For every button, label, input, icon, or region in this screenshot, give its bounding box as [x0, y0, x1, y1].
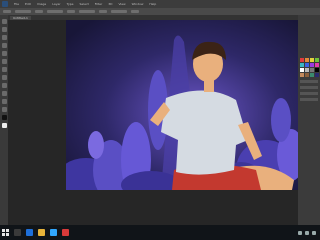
options-bar	[0, 8, 320, 15]
zoom-icon[interactable]	[1, 107, 7, 112]
layer-row[interactable]	[300, 98, 318, 101]
eyedropper-icon[interactable]	[1, 51, 7, 56]
foreground-color-swatch[interactable]	[1, 115, 7, 120]
menu-type[interactable]: Type	[67, 2, 74, 6]
toolbox	[0, 15, 8, 225]
brush-preset-icon[interactable]	[3, 10, 11, 13]
swatch-red[interactable]	[300, 58, 304, 62]
illustration	[66, 20, 298, 190]
menu-bar: File Edit Image Layer Type Select Filter…	[0, 0, 320, 8]
menu-layer[interactable]: Layer	[52, 2, 60, 6]
lasso-icon[interactable]	[1, 35, 7, 40]
system-tray	[298, 230, 320, 235]
windows-taskbar	[0, 225, 320, 240]
file-explorer-icon[interactable]	[38, 229, 45, 236]
volume-icon[interactable]	[305, 230, 309, 235]
swatches-panel	[300, 58, 319, 77]
layer-row[interactable]	[300, 92, 318, 95]
swatch-tan[interactable]	[300, 73, 304, 77]
swatch-purple[interactable]	[310, 63, 314, 67]
swatch-gray[interactable]	[310, 68, 314, 72]
notification-icon[interactable]	[312, 230, 316, 235]
mode-dropdown[interactable]	[35, 10, 43, 13]
swatch-blue[interactable]	[305, 63, 309, 67]
menu-window[interactable]: Window	[132, 2, 144, 6]
swatch-black[interactable]	[315, 68, 319, 72]
marquee-icon[interactable]	[1, 27, 7, 32]
swatch-pink[interactable]	[315, 63, 319, 67]
menu-filter[interactable]: Filter	[95, 2, 102, 6]
crop-icon[interactable]	[1, 43, 7, 48]
menu-image[interactable]: Image	[37, 2, 46, 6]
opacity-field[interactable]	[47, 10, 63, 13]
layer-row[interactable]	[300, 80, 318, 83]
hand-icon[interactable]	[1, 99, 7, 104]
airbrush-icon[interactable]	[99, 10, 107, 13]
text-icon[interactable]	[1, 91, 7, 96]
photoshop-logo-icon[interactable]	[2, 1, 8, 7]
swatch-yellow[interactable]	[310, 58, 314, 62]
swatch-brown[interactable]	[305, 73, 309, 77]
windows-start-icon[interactable]	[2, 229, 9, 236]
settings-icon[interactable]	[131, 10, 139, 13]
menu-3d[interactable]: 3D	[108, 2, 112, 6]
photoshop-taskbar-icon[interactable]	[50, 229, 57, 236]
edge-browser-icon[interactable]	[26, 229, 33, 236]
swatch-teal[interactable]	[310, 73, 314, 77]
layer-row[interactable]	[300, 86, 318, 89]
menu-view[interactable]: View	[118, 2, 125, 6]
smoothing-field[interactable]	[111, 10, 127, 13]
artwork-canvas[interactable]	[66, 20, 298, 190]
menu-file[interactable]: File	[14, 2, 19, 6]
menu-select[interactable]: Select	[80, 2, 89, 6]
right-panels	[298, 15, 320, 225]
app-taskbar-icon[interactable]	[62, 229, 69, 236]
search-icon[interactable]	[14, 229, 21, 236]
brush-size-field[interactable]	[15, 10, 31, 13]
flow-field[interactable]	[79, 10, 95, 13]
move-icon[interactable]	[1, 19, 7, 24]
swatch-navy[interactable]	[315, 73, 319, 77]
menu-edit[interactable]: Edit	[25, 2, 31, 6]
document-tab[interactable]: Untitled-1	[10, 15, 31, 20]
background-color-swatch[interactable]	[1, 123, 7, 128]
gradient-icon[interactable]	[1, 75, 7, 80]
network-icon[interactable]	[298, 230, 302, 235]
pen-icon[interactable]	[1, 83, 7, 88]
brush-icon[interactable]	[1, 59, 7, 64]
swatch-light-gray[interactable]	[305, 68, 309, 72]
swatch-green[interactable]	[315, 58, 319, 62]
eraser-icon[interactable]	[1, 67, 7, 72]
swatch-orange[interactable]	[305, 58, 309, 62]
pressure-icon[interactable]	[67, 10, 75, 13]
swatch-cyan[interactable]	[300, 63, 304, 67]
swatch-white[interactable]	[300, 68, 304, 72]
menu-help[interactable]: Help	[149, 2, 156, 6]
